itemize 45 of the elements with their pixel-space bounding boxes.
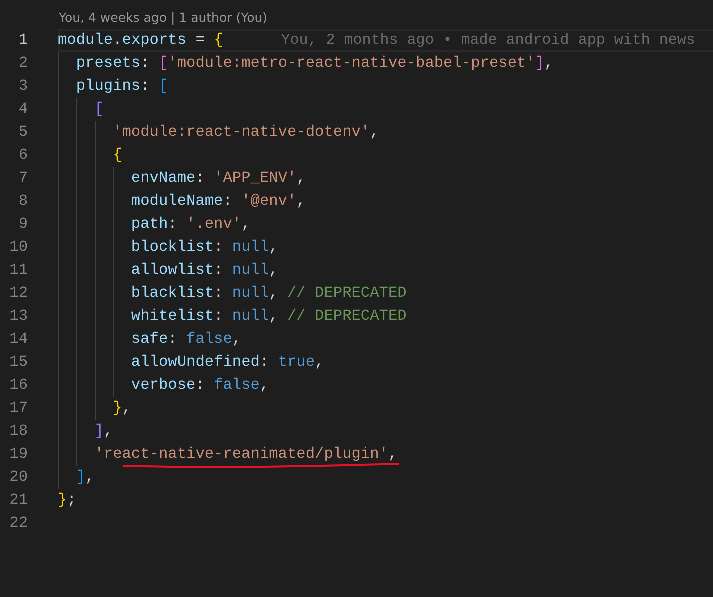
code-line: verbose: false,: [130, 375, 270, 396]
code-line: };: [58, 490, 76, 511]
line-number: 18: [8, 421, 28, 442]
line-number: 2: [18, 53, 28, 74]
line-number: 5: [18, 122, 28, 143]
line-number: 20: [8, 467, 28, 488]
line-number: 12: [8, 283, 28, 304]
code-line: blacklist: null, // DEPRECATED: [130, 283, 407, 304]
codelens-text[interactable]: You, 4 weeks ago | 1 author (You): [59, 6, 268, 29]
line-number: 22: [8, 513, 28, 534]
code-line: },: [112, 398, 132, 419]
line-number: 1: [18, 30, 28, 51]
blame-annotation: You, 2 months ago • made android app with news: [281, 31, 696, 51]
code-line: envName: 'APP_ENV',: [130, 168, 306, 189]
code-line: moduleName: '@env',: [130, 191, 306, 212]
code-line: 'react-native-reanimated/plugin',: [94, 444, 398, 465]
code-line: ],: [75, 467, 95, 488]
code-line: plugins: [: [75, 76, 168, 97]
code-line: blocklist: null,: [130, 237, 278, 258]
line-number: 14: [8, 329, 28, 350]
code-line: 'module:react-native-dotenv',: [112, 122, 380, 143]
line-number: 21: [8, 490, 28, 511]
line-number: 16: [8, 375, 28, 396]
code-line: presets: ['module:metro-react-native-babel-preset'],: [75, 53, 554, 74]
line-number: 8: [18, 191, 28, 212]
code-line: whitelist: null, // DEPRECATED: [130, 306, 407, 327]
line-number: 6: [18, 145, 28, 166]
line-number: 19: [8, 444, 28, 465]
code-line: allowlist: null,: [130, 260, 278, 281]
code-line: allowUndefined: true,: [130, 352, 324, 373]
code-line: safe: false,: [130, 329, 242, 350]
line-number: 7: [18, 168, 28, 189]
code-line: module.exports = {: [58, 30, 224, 51]
line-number: 11: [8, 260, 28, 281]
line-number: 17: [8, 398, 28, 419]
code-line: ],: [94, 421, 114, 442]
line-number: 15: [8, 352, 28, 373]
line-number: 4: [18, 99, 28, 120]
code-line: path: '.env',: [130, 214, 251, 235]
code-line: {: [112, 145, 122, 166]
code-line: [: [94, 99, 104, 120]
line-number: 10: [8, 237, 28, 258]
line-number: 9: [18, 214, 28, 235]
line-number: 3: [18, 76, 28, 97]
line-number: 13: [8, 306, 28, 327]
